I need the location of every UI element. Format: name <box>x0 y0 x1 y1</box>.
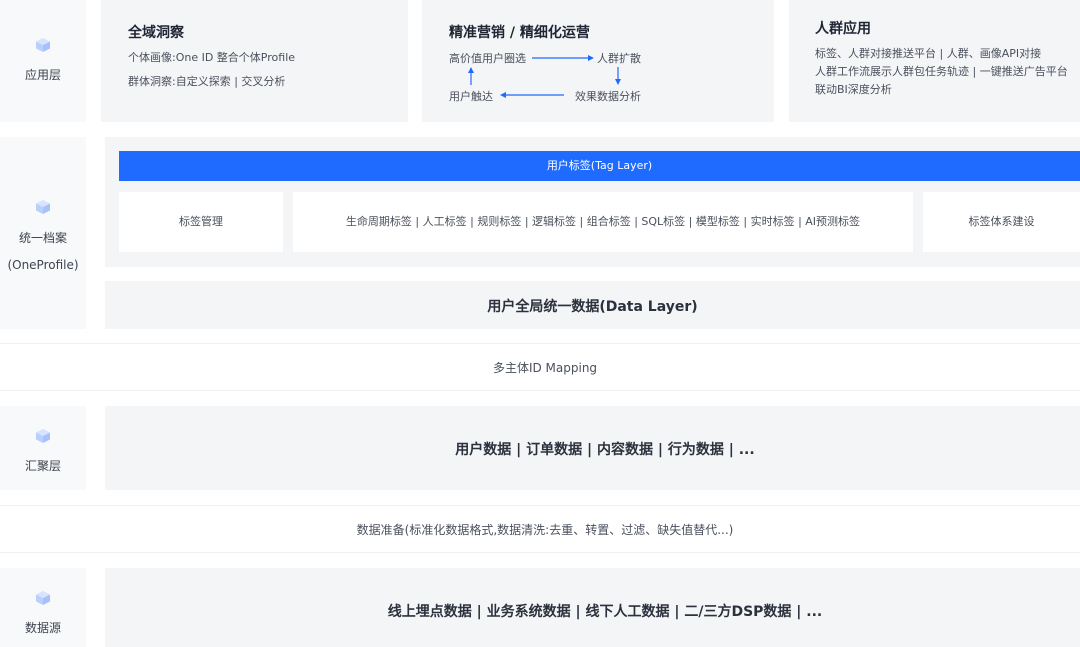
card-line-insight-2: 群体洞察:自定义探索 | 交叉分析 <box>128 75 286 88</box>
data-prep-label: 数据准备(标准化数据格式,数据清洗:去重、转置、过滤、缺失值替代...) <box>356 523 734 537</box>
arrow-left-icon <box>500 92 564 98</box>
card-line-crowd-2: 人群工作流展示人群包任务轨迹 | 一键推送广告平台 <box>815 65 1068 78</box>
card-title-crowd: 人群应用 <box>815 21 871 37</box>
layer-panel-application <box>0 0 86 122</box>
id-mapping-label: 多主体ID Mapping <box>492 361 598 375</box>
tag-types-box: 生命周期标签 | 人工标签 | 规则标签 | 逻辑标签 | 组合标签 | SQL… <box>293 192 913 252</box>
card-line-crowd-3: 联动BI深度分析 <box>815 83 892 96</box>
arrow-right-icon <box>532 55 594 61</box>
layer-label-profile: 统一档案 <box>18 231 67 245</box>
flow-step-select: 高价值用户圈选 <box>449 52 526 65</box>
tag-management-box: 标签管理 <box>119 192 283 252</box>
arrow-up-icon <box>468 67 474 85</box>
cube-icon <box>36 591 50 605</box>
layer-label-application: 应用层 <box>24 68 61 82</box>
aggregation-data-label: 用户数据 | 订单数据 | 内容数据 | 行为数据 | ... <box>455 442 755 458</box>
card-title-insight: 全域洞察 <box>128 25 184 41</box>
cube-icon <box>36 429 50 443</box>
flow-step-analysis: 效果数据分析 <box>575 90 641 103</box>
card-line-crowd-1: 标签、人群对接推送平台 | 人群、画像API对接 <box>815 47 1042 60</box>
layer-label-source: 数据源 <box>24 621 61 635</box>
card-title-marketing: 精准营销 / 精细化运营 <box>449 25 590 41</box>
source-data-label: 线上埋点数据 | 业务系统数据 | 线下人工数据 | 二/三方DSP数据 | .… <box>387 604 823 620</box>
data-layer-label: 用户全局统一数据(Data Layer) <box>487 299 698 315</box>
tag-system-box: 标签体系建设 <box>923 192 1080 252</box>
cube-icon <box>36 38 50 52</box>
layer-panel-aggregation <box>0 406 86 490</box>
flow-step-reach: 用户触达 <box>449 90 493 103</box>
cube-icon <box>36 200 50 214</box>
card-line-insight-1: 个体画像:One ID 整合个体Profile <box>128 51 296 64</box>
flow-step-expand: 人群扩散 <box>597 52 641 65</box>
arrow-down-icon <box>615 67 621 85</box>
layer-label-profile-sub: (OneProfile) <box>7 258 79 272</box>
tag-layer-bar: 用户标签(Tag Layer) <box>119 151 1080 181</box>
layer-label-aggregation: 汇聚层 <box>24 459 61 473</box>
